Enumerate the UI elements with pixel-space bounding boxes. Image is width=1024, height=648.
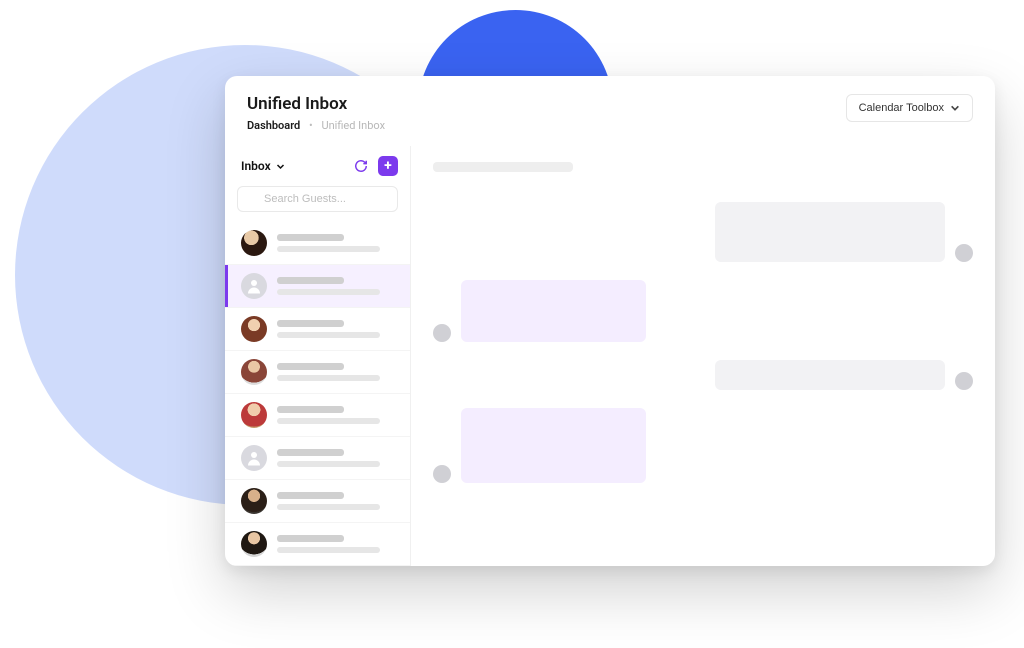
page-header: Unified Inbox Dashboard • Unified Inbox … [225, 76, 995, 146]
contact-meta-placeholder [277, 492, 398, 510]
contact-meta-placeholder [277, 363, 398, 381]
contact-list-item[interactable] [225, 394, 410, 437]
message-avatar-placeholder [955, 244, 973, 262]
avatar [241, 402, 267, 428]
message-list [433, 202, 973, 483]
avatar [241, 316, 267, 342]
contact-meta-placeholder [277, 449, 398, 467]
folder-selector[interactable]: Inbox [241, 159, 285, 173]
message-avatar-placeholder [955, 372, 973, 390]
calendar-toolbox-button[interactable]: Calendar Toolbox [846, 94, 973, 122]
contact-meta-placeholder [277, 277, 398, 295]
breadcrumb-separator: • [309, 119, 313, 132]
message-avatar-placeholder [433, 465, 451, 483]
contact-meta-placeholder [277, 234, 398, 252]
contact-meta-placeholder [277, 535, 398, 553]
avatar [241, 445, 267, 471]
avatar [241, 230, 267, 256]
chevron-down-icon [950, 103, 960, 113]
person-icon [245, 449, 263, 467]
avatar [241, 488, 267, 514]
refresh-icon [354, 159, 368, 173]
avatar [241, 273, 267, 299]
folder-label: Inbox [241, 159, 271, 173]
contact-list-item[interactable] [225, 222, 410, 265]
contact-list-item[interactable] [225, 308, 410, 351]
calendar-toolbox-label: Calendar Toolbox [859, 102, 944, 114]
plus-icon: + [384, 159, 392, 173]
person-icon [245, 277, 263, 295]
inbox-sidebar: Inbox + [225, 146, 411, 566]
avatar [241, 531, 267, 557]
message-row [433, 408, 973, 483]
contact-list [225, 222, 410, 566]
message-row [433, 280, 973, 342]
contact-list-item[interactable] [225, 265, 410, 308]
message-bubble-placeholder [461, 408, 646, 483]
message-bubble-placeholder [461, 280, 646, 342]
page-title: Unified Inbox [247, 94, 385, 114]
message-bubble-placeholder [715, 202, 945, 262]
chevron-down-icon [276, 162, 285, 171]
contact-meta-placeholder [277, 320, 398, 338]
message-avatar-placeholder [433, 324, 451, 342]
refresh-button[interactable] [352, 157, 370, 175]
contact-list-item[interactable] [225, 523, 410, 566]
compose-button[interactable]: + [378, 156, 398, 176]
chat-header-placeholder [433, 162, 573, 172]
breadcrumb-root[interactable]: Dashboard [247, 119, 300, 132]
breadcrumb: Dashboard • Unified Inbox [247, 119, 385, 132]
contact-list-item[interactable] [225, 437, 410, 480]
contact-list-item[interactable] [225, 351, 410, 394]
chat-area [411, 146, 995, 566]
breadcrumb-current: Unified Inbox [321, 119, 385, 132]
search-guests-input[interactable] [237, 186, 398, 212]
contact-list-item[interactable] [225, 480, 410, 523]
message-row [433, 202, 973, 262]
message-bubble-placeholder [715, 360, 945, 390]
contact-meta-placeholder [277, 406, 398, 424]
avatar [241, 359, 267, 385]
app-window: Unified Inbox Dashboard • Unified Inbox … [225, 76, 995, 566]
message-row [433, 360, 973, 390]
